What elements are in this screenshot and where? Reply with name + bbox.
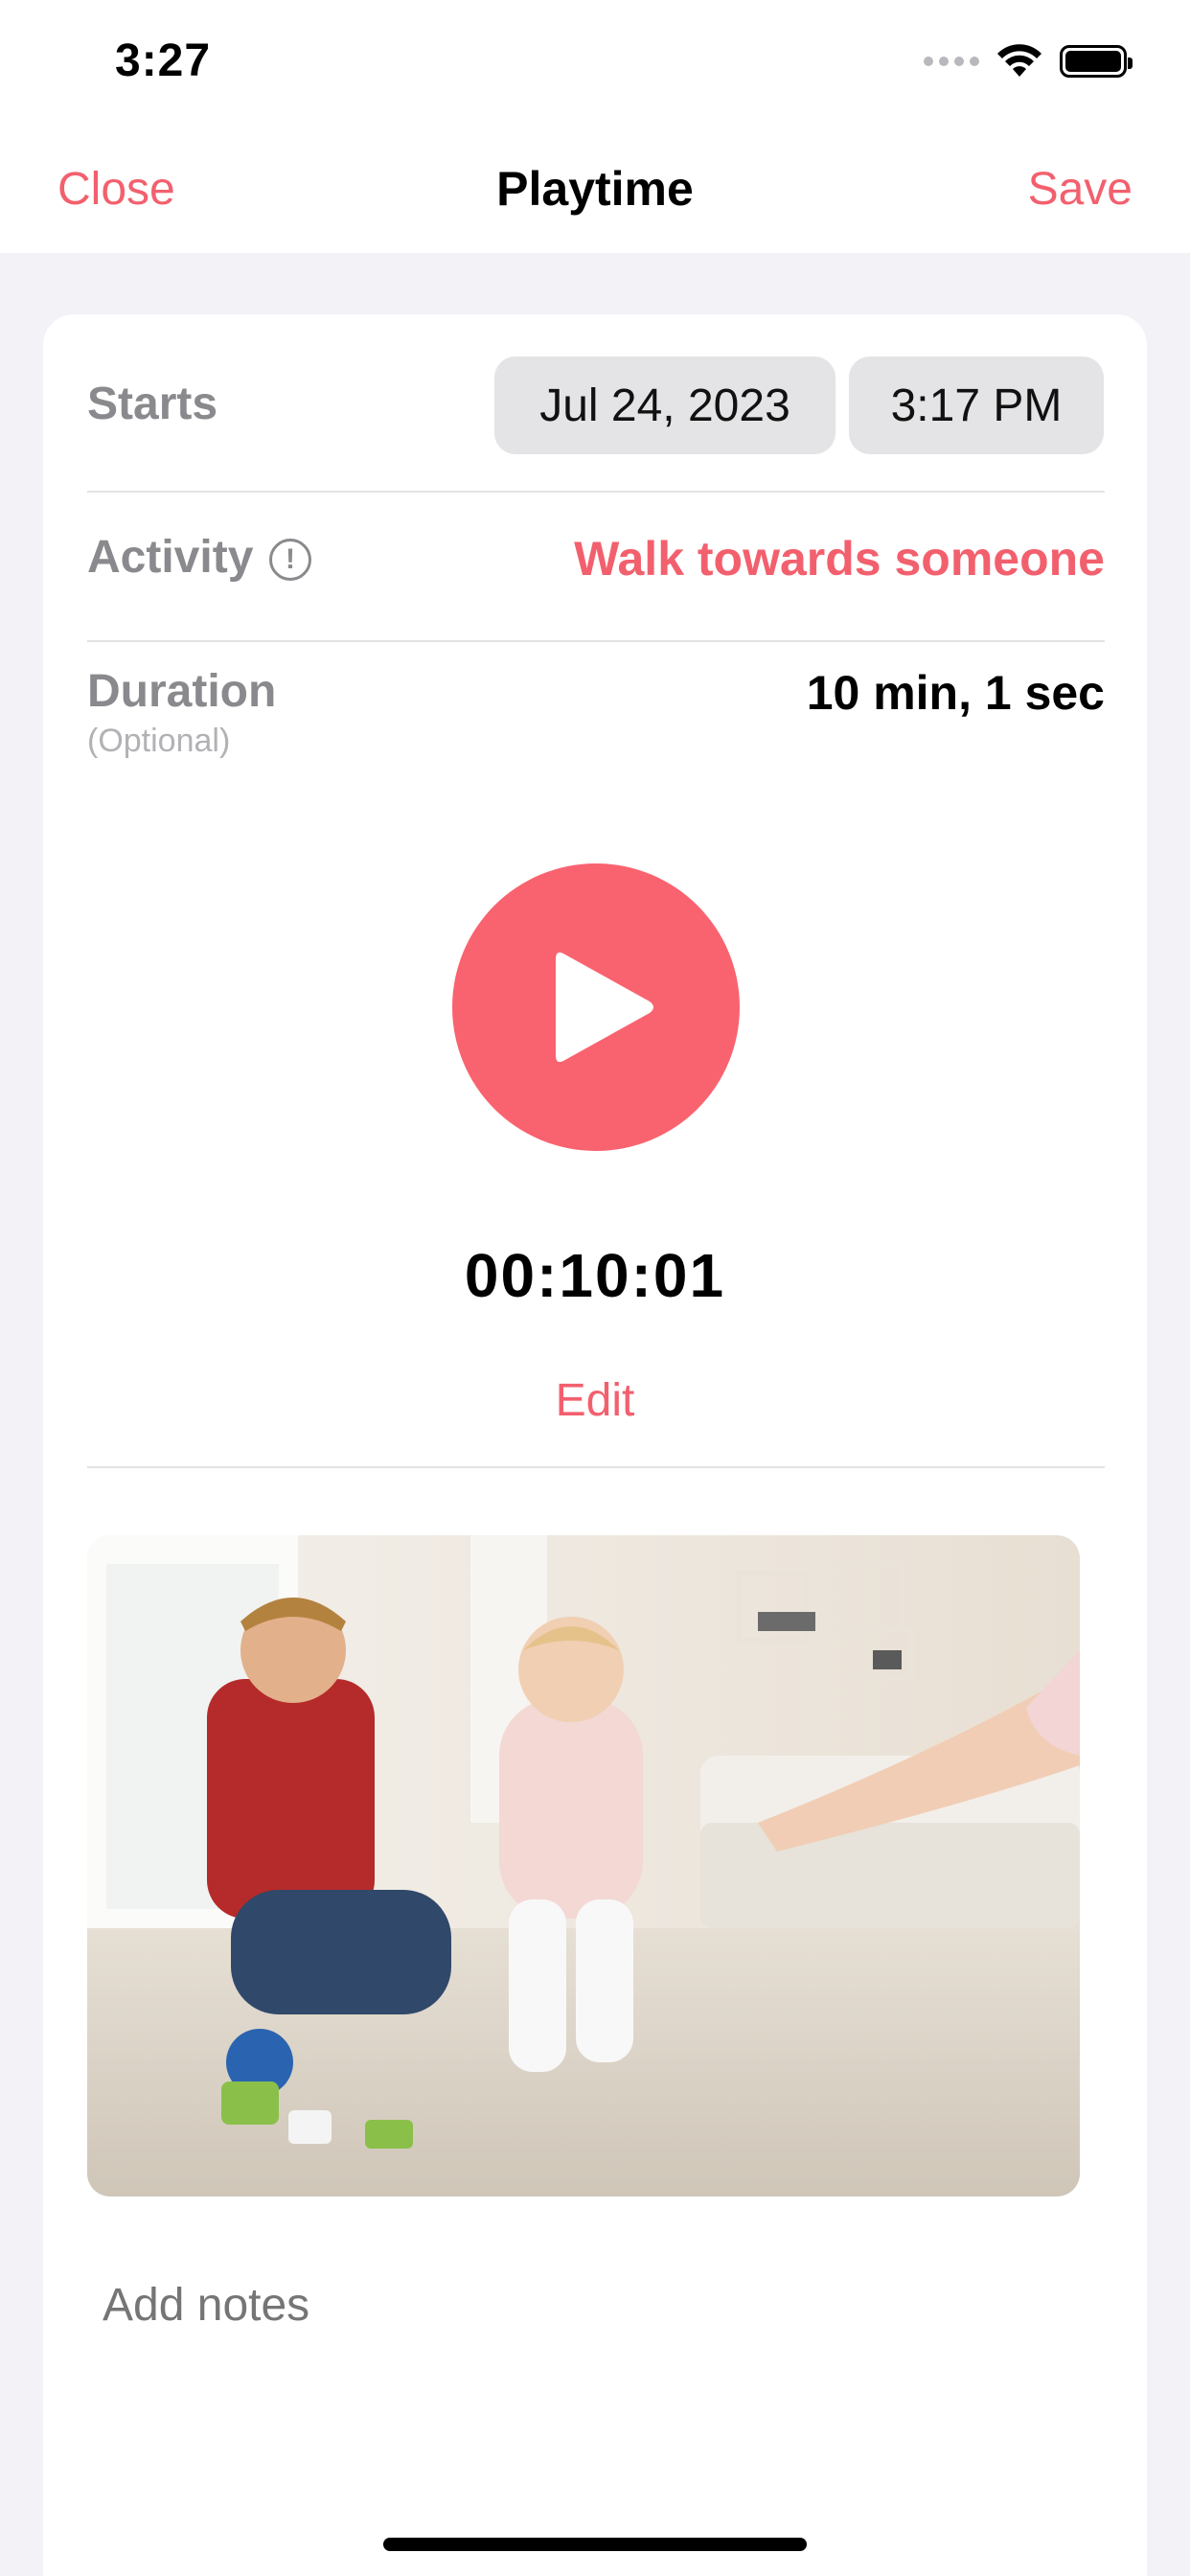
status-icons xyxy=(924,44,1133,79)
timer-display: 00:10:01 xyxy=(464,1241,726,1310)
top-bar: 3:27 Close Playtime Save xyxy=(0,0,1190,253)
screen: 3:27 Close Playtime Save Starts Jul 24, … xyxy=(0,0,1190,2576)
activity-value[interactable]: Walk towards someone xyxy=(574,531,1105,586)
battery-icon xyxy=(1060,45,1133,78)
duration-label: Duration xyxy=(87,666,277,717)
status-time: 3:27 xyxy=(115,35,212,86)
notes-input[interactable] xyxy=(103,2279,1061,2332)
start-date-picker[interactable]: Jul 24, 2023 xyxy=(494,356,835,454)
cellular-signal-icon xyxy=(924,57,979,66)
starts-label: Starts xyxy=(87,379,218,429)
edit-timer-button[interactable]: Edit xyxy=(43,1374,1147,1427)
activity-photo[interactable] xyxy=(87,1535,1080,2196)
duration-optional-hint: (Optional) xyxy=(87,723,231,759)
start-time-picker[interactable]: 3:17 PM xyxy=(849,356,1104,454)
activity-label: Activity xyxy=(87,532,254,583)
play-button[interactable] xyxy=(452,863,740,1151)
wifi-icon xyxy=(997,44,1041,77)
info-icon[interactable]: ! xyxy=(269,539,311,581)
home-indicator[interactable] xyxy=(383,2538,807,2551)
save-button[interactable]: Save xyxy=(1028,163,1133,216)
divider xyxy=(87,640,1105,642)
play-icon xyxy=(556,952,653,1063)
divider xyxy=(87,1466,1105,1468)
divider xyxy=(87,491,1105,493)
duration-value: 10 min, 1 sec xyxy=(806,666,1105,720)
form-card: Starts Jul 24, 2023 3:17 PM Activity ! W… xyxy=(43,314,1147,2576)
page-title: Playtime xyxy=(496,162,694,216)
